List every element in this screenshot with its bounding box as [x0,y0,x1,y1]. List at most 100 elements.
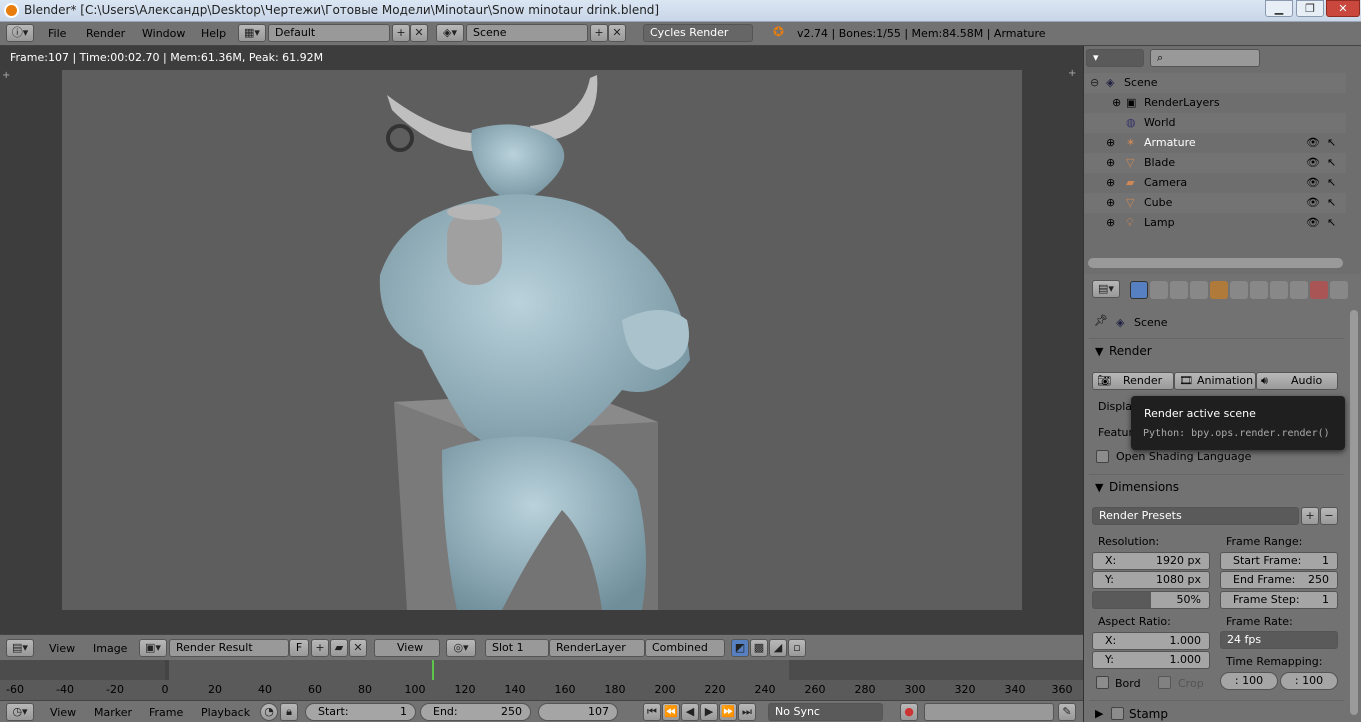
select-cursor-icon[interactable]: ↖ [1327,196,1336,209]
jump-end-icon[interactable]: ⏭ [738,703,756,721]
jump-keyframe-forward-icon[interactable]: ⏩ [719,703,737,721]
render-presets-select[interactable]: Render Presets [1092,507,1299,525]
record-icon[interactable]: ● [900,703,918,721]
render-layers-tab-icon[interactable] [1150,281,1168,299]
world-tab-icon[interactable] [1190,281,1208,299]
expand-icon[interactable]: ⊕ [1106,156,1115,169]
image-browse-icon[interactable]: ▣▾ [139,639,167,657]
draw-channels-icon[interactable]: ◩ [731,639,749,657]
alpha-only-icon[interactable]: ▫ [788,639,806,657]
menu-image[interactable]: Image [93,642,127,655]
keyframe-insert-icon[interactable]: ✎ [1058,703,1076,721]
jump-keyframe-back-icon[interactable]: ⏪ [662,703,680,721]
resolution-percentage-slider[interactable]: 50% [1092,591,1210,609]
aspect-y-field[interactable]: Y: 1.000 [1092,651,1210,669]
audio-button[interactable]: 🔊︎ Audio [1256,372,1338,390]
render-layer-select[interactable]: RenderLayer [549,639,645,657]
expand-icon[interactable]: ⊕ [1106,136,1115,149]
frame-step-field[interactable]: Frame Step: 1 [1220,591,1338,609]
outliner-row-scene[interactable]: ⊖ ◈ Scene [1084,73,1346,93]
visibility-eye-icon[interactable]: 👁︎ [1306,156,1320,169]
play-reverse-icon[interactable]: ◀ [681,703,699,721]
data-tab-icon[interactable] [1270,281,1288,299]
expand-icon[interactable]: ⊕ [1106,216,1115,229]
current-frame-indicator[interactable] [432,660,434,682]
select-cursor-icon[interactable]: ↖ [1327,156,1336,169]
osl-checkbox[interactable] [1096,450,1109,463]
add-preset-icon[interactable]: + [1301,507,1319,525]
timeline-area[interactable]: -60 -40 -20 0 20 40 60 80 100 120 140 16… [0,660,1083,700]
outliner-row-lamp[interactable]: ⊕ 💡︎ Lamp 👁︎ ↖ [1084,213,1346,233]
expand-icon[interactable]: ⊕ [1106,196,1115,209]
render-button[interactable]: 📷︎ Render [1092,372,1174,390]
end-frame-field[interactable]: End Frame: 250 [1220,571,1338,589]
editor-type-image-icon[interactable]: ▤▾ [6,639,34,657]
start-frame-field[interactable]: Start: 1 [305,703,416,721]
expand-icon[interactable]: ⊕ [1106,176,1115,189]
remap-new-field[interactable]: : 100 [1280,672,1338,690]
scene-icon[interactable]: ◈▾ [436,24,464,42]
layout-field[interactable]: Default [268,24,390,42]
minimize-button[interactable]: ▁ [1265,0,1293,17]
remap-old-field[interactable]: : 100 [1220,672,1278,690]
maximize-button[interactable]: ❐ [1296,0,1324,17]
menu-file[interactable]: File [48,27,66,40]
expand-icon[interactable]: ⊕ [1112,96,1121,109]
outliner-row-cube[interactable]: ⊕ ▽ Cube 👁︎ ↖ [1084,193,1346,213]
frame-rate-select[interactable]: 24 fps [1220,631,1338,649]
select-cursor-icon[interactable]: ↖ [1327,216,1336,229]
texture-tab-icon[interactable] [1310,281,1328,299]
render-tab-icon[interactable] [1130,281,1148,299]
fake-user-button[interactable]: F [289,639,309,657]
outliner-row-camera[interactable]: ⊕ ▰ Camera 👁︎ ↖ [1084,173,1346,193]
remove-layout-icon[interactable]: ✕ [410,24,428,42]
select-cursor-icon[interactable]: ↖ [1327,176,1336,189]
properties-scrollbar[interactable] [1350,310,1358,715]
add-layout-icon[interactable]: + [392,24,410,42]
menu-marker[interactable]: Marker [94,706,132,719]
physics-tab-icon[interactable] [1330,281,1348,299]
visibility-eye-icon[interactable]: 👁︎ [1306,176,1320,189]
current-frame-field[interactable]: 107 [538,703,618,721]
menu-playback[interactable]: Playback [201,706,250,719]
render-pass-select[interactable]: Combined [645,639,725,657]
render-engine-select[interactable]: Cycles Render [643,24,753,42]
menu-window[interactable]: Window [142,27,185,40]
visibility-eye-icon[interactable]: 👁︎ [1306,196,1320,209]
image-name-field[interactable]: Render Result [169,639,289,657]
scene-tab-icon[interactable] [1170,281,1188,299]
pin-icon[interactable]: 📌︎ [1094,314,1108,327]
crop-checkbox[interactable] [1158,676,1171,689]
outliner-row-armature[interactable]: ⊕ ✶ Armature 👁︎ ↖ [1084,133,1346,153]
outliner-row-renderlayers[interactable]: ⊕ ▣ RenderLayers [1084,93,1346,113]
dimensions-panel-header[interactable]: ▼ Dimensions [1089,474,1344,496]
end-frame-field[interactable]: End: 250 [420,703,531,721]
bone-tab-icon[interactable] [1290,281,1308,299]
scene-field[interactable]: Scene [466,24,588,42]
menu-help[interactable]: Help [201,27,226,40]
play-icon[interactable]: ▶ [700,703,718,721]
border-checkbox[interactable] [1096,676,1109,689]
sync-select[interactable]: No Sync [768,703,883,721]
constraints-tab-icon[interactable] [1230,281,1248,299]
unlink-image-icon[interactable]: ✕ [349,639,367,657]
outliner-display-select[interactable]: ▾ [1086,49,1144,67]
z-buffer-icon[interactable]: ◢ [769,639,787,657]
outliner-search-input[interactable]: ⌕ [1150,49,1260,67]
start-frame-field[interactable]: Start Frame: 1 [1220,552,1338,570]
resolution-y-field[interactable]: Y: 1080 px [1092,571,1210,589]
visibility-eye-icon[interactable]: 👁︎ [1306,136,1320,149]
select-cursor-icon[interactable]: ↖ [1327,136,1336,149]
editor-type-properties-icon[interactable]: ▤▾ [1092,280,1120,298]
lock-icon[interactable]: 🔒︎ [280,703,298,721]
image-editor-viewport[interactable]: Frame:107 | Time:00:02.70 | Mem:61.36M, … [0,46,1083,634]
stamp-checkbox[interactable] [1111,707,1124,720]
close-button[interactable]: ✕ [1326,0,1360,17]
editor-type-timeline-icon[interactable]: ◷▾ [6,703,34,721]
resolution-x-field[interactable]: X: 1920 px [1092,552,1210,570]
render-panel-header[interactable]: ▼ Render [1089,338,1344,360]
slot-select[interactable]: Slot 1 [485,639,549,657]
modifiers-tab-icon[interactable] [1250,281,1268,299]
new-image-icon[interactable]: + [311,639,329,657]
outliner-hscrollbar[interactable] [1088,258,1343,268]
